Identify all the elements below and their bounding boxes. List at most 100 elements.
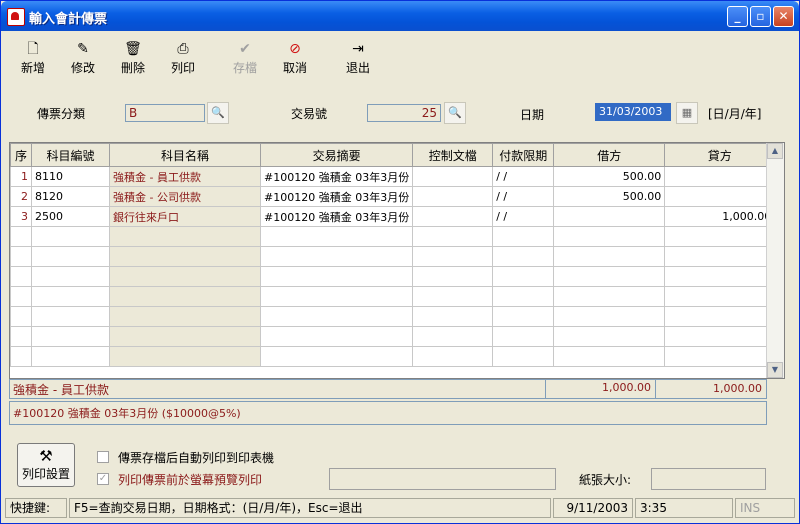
cancel-button-label: 取消	[282, 61, 307, 75]
shortcut-hint: F5=查詢交易日期，日期格式：(日/月/年)，Esc=退出	[69, 498, 551, 518]
table-row-empty[interactable]	[10, 266, 776, 287]
delete-button[interactable]: 🗑 刪除	[111, 41, 155, 75]
delete-button-label: 刪除	[120, 61, 145, 75]
printer-name-field[interactable]	[329, 468, 556, 490]
cell-name: 銀行往來戶口	[109, 206, 261, 227]
trans-no-label: 交易號	[291, 107, 328, 121]
cell-due[interactable]: / /	[492, 206, 555, 227]
search-icon: 🔍	[211, 106, 225, 119]
print-button-label: 列印	[170, 61, 195, 75]
table-header-row: 序 科目編號 科目名稱 交易摘要 控制文檔 付款限期 借方 貸方	[10, 143, 776, 167]
save-button[interactable]: ✔ 存檔	[223, 41, 267, 75]
print-settings-button[interactable]: ⚒ 列印設置	[17, 443, 75, 487]
exit-door-icon: ⇥	[352, 41, 364, 57]
paper-size-label: 紙張大小:	[579, 473, 632, 487]
table-row-empty[interactable]	[10, 326, 776, 347]
close-button[interactable]: ✕	[773, 6, 794, 27]
calendar-icon: ▦	[681, 106, 693, 119]
status-time: 3:35	[635, 498, 733, 518]
column-header-seq: 序	[10, 143, 32, 167]
memo-field[interactable]: #100120 強積金 03年3月份 ($10000@5%)	[9, 401, 767, 425]
minimize-button[interactable]: _	[727, 6, 748, 27]
date-field[interactable]: 31/03/2003	[595, 103, 671, 121]
calendar-button[interactable]: ▦	[676, 102, 698, 124]
preview-label: 列印傳票前於螢幕預覽列印	[118, 473, 263, 487]
cell-debit[interactable]: 500.00	[553, 166, 666, 187]
table-row-empty[interactable]	[10, 246, 776, 267]
search-icon: 🔍	[448, 106, 462, 119]
cell-name: 強積金 - 員工供款	[109, 166, 261, 187]
cell-ctrl[interactable]	[412, 186, 494, 207]
trans-no-lookup-button[interactable]: 🔍	[444, 102, 466, 124]
vertical-scrollbar[interactable]: ▲ ▼	[766, 143, 784, 378]
cell-due[interactable]: / /	[492, 166, 555, 187]
cell-code[interactable]: 2500	[31, 206, 110, 227]
table-row[interactable]: 3 2500 銀行往來戶口 #100120 強積金 03年3月份 / / 1,0…	[10, 206, 776, 227]
checkmark-icon: ✔	[239, 41, 251, 57]
column-header-name: 科目名稱	[109, 143, 261, 167]
category-lookup-button[interactable]: 🔍	[207, 102, 229, 124]
cell-desc[interactable]: #100120 強積金 03年3月份	[259, 206, 414, 227]
cancel-button[interactable]: ⊘ 取消	[273, 41, 317, 75]
cell-code[interactable]: 8120	[31, 186, 110, 207]
cell-desc[interactable]: #100120 強積金 03年3月份	[259, 186, 414, 207]
app-icon	[7, 8, 25, 26]
cell-credit[interactable]	[664, 166, 776, 187]
insert-mode-indicator: INS	[735, 498, 795, 518]
memo-text: #100120 強積金 03年3月份 ($10000@5%)	[13, 407, 241, 420]
edit-icon: ✎	[77, 41, 89, 57]
print-settings-label: 列印設置	[21, 467, 70, 481]
exit-button[interactable]: ⇥ 退出	[336, 41, 380, 75]
category-field[interactable]: B	[125, 104, 205, 122]
status-date: 9/11/2003	[553, 498, 633, 518]
cell-ctrl[interactable]	[412, 206, 494, 227]
cell-credit[interactable]: 1,000.00	[664, 206, 776, 227]
arrow-up-icon: ▲	[771, 146, 779, 155]
column-header-due: 付款限期	[492, 143, 555, 167]
shortcut-label: 快捷鍵:	[5, 498, 67, 518]
cell-desc[interactable]: #100120 強積金 03年3月份	[259, 166, 414, 187]
table-row[interactable]: 1 8110 強積金 - 員工供款 #100120 強積金 03年3月份 / /…	[10, 166, 776, 187]
print-button[interactable]: ⎙ 列印	[161, 41, 205, 75]
paper-size-field[interactable]	[651, 468, 766, 490]
column-header-desc: 交易摘要	[259, 143, 414, 167]
new-button[interactable]: 🗋 新增	[11, 41, 55, 75]
date-label: 日期	[520, 108, 545, 122]
cancel-icon: ⊘	[289, 41, 301, 57]
scroll-up-button[interactable]: ▲	[767, 143, 783, 159]
cell-credit[interactable]	[664, 186, 776, 207]
cell-code[interactable]: 8110	[31, 166, 110, 187]
cell-ctrl[interactable]	[412, 166, 494, 187]
trans-no-field[interactable]: 25	[367, 104, 441, 122]
main-window: 輸入會計傳票 _ ▫ ✕ 🗋 新增 ✎ 修改 🗑 刪除 ⎙ 列印 ✔ 存檔 ⊘ …	[0, 0, 800, 524]
table-row-empty[interactable]	[10, 306, 776, 327]
category-label: 傳票分類	[37, 107, 86, 121]
scroll-down-button[interactable]: ▼	[767, 362, 783, 378]
cell-due[interactable]: / /	[492, 186, 555, 207]
edit-button[interactable]: ✎ 修改	[61, 41, 105, 75]
exit-button-label: 退出	[345, 61, 370, 75]
cell-debit[interactable]: 500.00	[553, 186, 666, 207]
table-row-empty[interactable]	[10, 286, 776, 307]
edit-button-label: 修改	[70, 61, 95, 75]
check-icon: ✓	[98, 473, 108, 484]
table-row-empty[interactable]	[10, 226, 776, 247]
table-row[interactable]: 2 8120 強積金 - 公司供款 #100120 強積金 03年3月份 / /…	[10, 186, 776, 207]
preview-checkbox[interactable]: ✓	[97, 473, 109, 485]
column-header-ctrl: 控制文檔	[412, 143, 494, 167]
new-document-icon: 🗋	[27, 41, 39, 57]
cell-seq: 1	[10, 166, 32, 187]
new-button-label: 新增	[20, 61, 45, 75]
printer-icon: ⎙	[177, 41, 189, 57]
debit-total: 1,000.00	[602, 381, 651, 394]
auto-print-checkbox[interactable]	[97, 451, 109, 463]
column-header-debit: 借方	[553, 143, 666, 167]
maximize-button[interactable]: ▫	[750, 6, 771, 27]
cell-seq: 3	[10, 206, 32, 227]
window-title: 輸入會計傳票	[29, 12, 108, 27]
cell-debit[interactable]	[553, 206, 666, 227]
column-header-credit: 貸方	[664, 143, 776, 167]
entries-grid[interactable]: 序 科目編號 科目名稱 交易摘要 控制文檔 付款限期 借方 貸方 1 8110 …	[9, 142, 785, 379]
title-bar[interactable]: 輸入會計傳票 _ ▫ ✕	[1, 1, 799, 31]
table-row-empty[interactable]	[10, 346, 776, 367]
